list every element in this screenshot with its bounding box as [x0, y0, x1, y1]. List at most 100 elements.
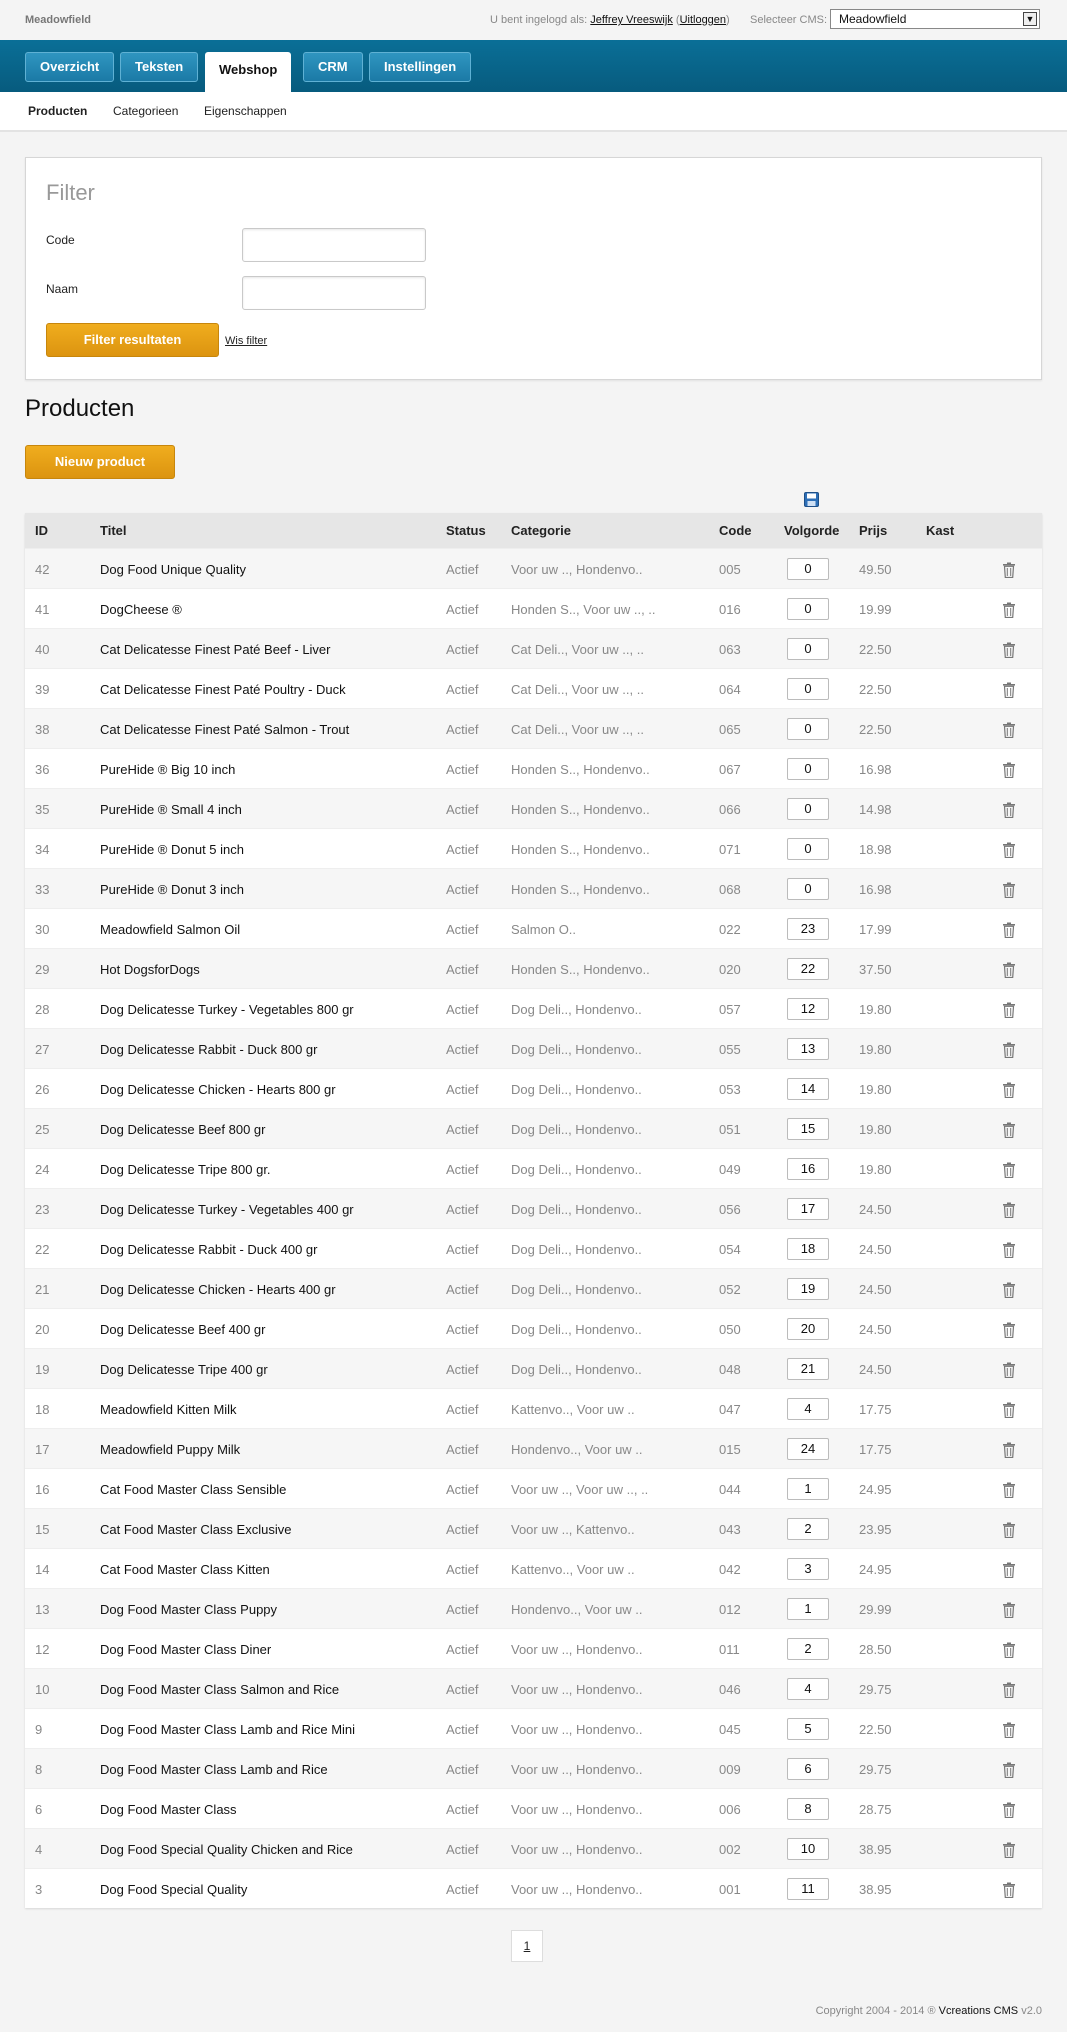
- subnav-categorieen[interactable]: Categorieen: [113, 104, 178, 118]
- tab-overzicht[interactable]: Overzicht: [25, 52, 115, 82]
- order-input[interactable]: 21: [787, 1358, 829, 1380]
- trash-icon[interactable]: [1002, 1322, 1016, 1339]
- table-row[interactable]: 36 PureHide ® Big 10 inch Actief Honden S..…: [25, 748, 1042, 788]
- cell-title[interactable]: Dog Food Master Class Lamb and Rice Mini: [100, 1722, 355, 1737]
- pagination-page[interactable]: 1: [511, 1930, 543, 1962]
- cell-title[interactable]: Dog Delicatesse Tripe 800 gr.: [100, 1162, 271, 1177]
- table-row[interactable]: 25 Dog Delicatesse Beef 800 gr Actief Dog D…: [25, 1108, 1042, 1148]
- table-row[interactable]: 33 PureHide ® Donut 3 inch Actief Honden S.…: [25, 868, 1042, 908]
- cell-title[interactable]: Dog Food Special Quality: [100, 1882, 247, 1897]
- table-row[interactable]: 13 Dog Food Master Class Puppy Actief Honde…: [25, 1588, 1042, 1628]
- code-input[interactable]: [242, 228, 426, 262]
- cell-title[interactable]: Dog Food Master Class Salmon and Rice: [100, 1682, 339, 1697]
- order-input[interactable]: 2: [787, 1518, 829, 1540]
- cell-title[interactable]: Dog Food Master Class: [100, 1802, 237, 1817]
- table-row[interactable]: 20 Dog Delicatesse Beef 400 gr Actief Dog D…: [25, 1308, 1042, 1348]
- trash-icon[interactable]: [1002, 882, 1016, 899]
- tab-webshop[interactable]: Webshop: [205, 52, 292, 92]
- trash-icon[interactable]: [1002, 1082, 1016, 1099]
- chevron-down-icon[interactable]: ▼: [1023, 12, 1037, 26]
- order-input[interactable]: 19: [787, 1278, 829, 1300]
- order-input[interactable]: 18: [787, 1238, 829, 1260]
- order-input[interactable]: 23: [787, 918, 829, 940]
- cell-title[interactable]: Dog Delicatesse Turkey - Vegetables 800 …: [100, 1002, 354, 1017]
- cell-title[interactable]: Dog Delicatesse Chicken - Hearts 400 gr: [100, 1282, 336, 1297]
- cell-title[interactable]: Cat Delicatesse Finest Paté Beef - Liver: [100, 642, 331, 657]
- cell-title[interactable]: Dog Delicatesse Rabbit - Duck 400 gr: [100, 1242, 318, 1257]
- table-row[interactable]: 18 Meadowfield Kitten Milk Actief Kattenvo.…: [25, 1388, 1042, 1428]
- trash-icon[interactable]: [1002, 682, 1016, 699]
- order-input[interactable]: 0: [787, 678, 829, 700]
- order-input[interactable]: 1: [787, 1478, 829, 1500]
- user-link[interactable]: Jeffrey Vreeswijk: [590, 14, 673, 26]
- trash-icon[interactable]: [1002, 1242, 1016, 1259]
- cell-title[interactable]: Cat Food Master Class Sensible: [100, 1482, 286, 1497]
- table-row[interactable]: 21 Dog Delicatesse Chicken - Hearts 400 g…: [25, 1268, 1042, 1308]
- table-row[interactable]: 14 Cat Food Master Class Kitten Actief Katt…: [25, 1548, 1042, 1588]
- cell-title[interactable]: DogCheese ®: [100, 602, 182, 617]
- trash-icon[interactable]: [1002, 1442, 1016, 1459]
- trash-icon[interactable]: [1002, 1162, 1016, 1179]
- table-row[interactable]: 9 Dog Food Master Class Lamb and Rice Min…: [25, 1708, 1042, 1748]
- order-input[interactable]: 0: [787, 598, 829, 620]
- cell-title[interactable]: Hot DogsforDogs: [100, 962, 200, 977]
- order-input[interactable]: 20: [787, 1318, 829, 1340]
- order-input[interactable]: 10: [787, 1838, 829, 1860]
- order-input[interactable]: 0: [787, 638, 829, 660]
- footer-product[interactable]: Vcreations CMS: [939, 2005, 1018, 2017]
- table-row[interactable]: 27 Dog Delicatesse Rabbit - Duck 800 gr Ac…: [25, 1028, 1042, 1068]
- table-row[interactable]: 28 Dog Delicatesse Turkey - Vegetables 80…: [25, 988, 1042, 1028]
- trash-icon[interactable]: [1002, 1602, 1016, 1619]
- table-row[interactable]: 23 Dog Delicatesse Turkey - Vegetables 40…: [25, 1188, 1042, 1228]
- cell-title[interactable]: Dog Delicatesse Beef 800 gr: [100, 1122, 265, 1137]
- table-row[interactable]: 35 PureHide ® Small 4 inch Actief Honden S.…: [25, 788, 1042, 828]
- cell-title[interactable]: Dog Delicatesse Chicken - Hearts 800 gr: [100, 1082, 336, 1097]
- trash-icon[interactable]: [1002, 1642, 1016, 1659]
- table-row[interactable]: 40 Cat Delicatesse Finest Paté Beef - Liv…: [25, 628, 1042, 668]
- order-input[interactable]: 0: [787, 558, 829, 580]
- order-input[interactable]: 5: [787, 1718, 829, 1740]
- order-input[interactable]: 8: [787, 1798, 829, 1820]
- trash-icon[interactable]: [1002, 1562, 1016, 1579]
- trash-icon[interactable]: [1002, 562, 1016, 579]
- naam-input[interactable]: [242, 276, 426, 310]
- table-row[interactable]: 6 Dog Food Master Class Actief Voor uw .., …: [25, 1788, 1042, 1828]
- cell-title[interactable]: Cat Delicatesse Finest Paté Salmon - Tro…: [100, 722, 349, 737]
- cell-title[interactable]: Cat Food Master Class Kitten: [100, 1562, 270, 1577]
- order-input[interactable]: 24: [787, 1438, 829, 1460]
- cell-title[interactable]: Dog Delicatesse Turkey - Vegetables 400 …: [100, 1202, 354, 1217]
- table-row[interactable]: 22 Dog Delicatesse Rabbit - Duck 400 gr Ac…: [25, 1228, 1042, 1268]
- cell-title[interactable]: PureHide ® Donut 5 inch: [100, 842, 244, 857]
- subnav-eigenschappen[interactable]: Eigenschappen: [204, 104, 287, 118]
- cell-title[interactable]: PureHide ® Small 4 inch: [100, 802, 242, 817]
- cell-title[interactable]: Meadowfield Kitten Milk: [100, 1402, 237, 1417]
- cell-title[interactable]: PureHide ® Donut 3 inch: [100, 882, 244, 897]
- order-input[interactable]: 22: [787, 958, 829, 980]
- cell-title[interactable]: Cat Delicatesse Finest Paté Poultry - Du…: [100, 682, 346, 697]
- clear-filter-link[interactable]: Wis filter: [225, 335, 267, 347]
- trash-icon[interactable]: [1002, 1402, 1016, 1419]
- cell-title[interactable]: Cat Food Master Class Exclusive: [100, 1522, 291, 1537]
- cell-title[interactable]: Dog Delicatesse Beef 400 gr: [100, 1322, 265, 1337]
- trash-icon[interactable]: [1002, 642, 1016, 659]
- order-input[interactable]: 2: [787, 1638, 829, 1660]
- filter-submit-button[interactable]: Filter resultaten: [46, 323, 219, 357]
- trash-icon[interactable]: [1002, 722, 1016, 739]
- cell-title[interactable]: PureHide ® Big 10 inch: [100, 762, 235, 777]
- table-row[interactable]: 24 Dog Delicatesse Tripe 800 gr. Actief Dog…: [25, 1148, 1042, 1188]
- trash-icon[interactable]: [1002, 1122, 1016, 1139]
- cell-title[interactable]: Meadowfield Puppy Milk: [100, 1442, 240, 1457]
- trash-icon[interactable]: [1002, 1842, 1016, 1859]
- order-input[interactable]: 1: [787, 1598, 829, 1620]
- order-input[interactable]: 11: [787, 1878, 829, 1900]
- order-input[interactable]: 13: [787, 1038, 829, 1060]
- table-row[interactable]: 29 Hot DogsforDogs Actief Honden S.., Honde…: [25, 948, 1042, 988]
- cms-select[interactable]: Meadowfield ▼: [830, 9, 1040, 29]
- trash-icon[interactable]: [1002, 1202, 1016, 1219]
- order-input[interactable]: 0: [787, 758, 829, 780]
- trash-icon[interactable]: [1002, 1802, 1016, 1819]
- table-row[interactable]: 15 Cat Food Master Class Exclusive Actief V…: [25, 1508, 1042, 1548]
- table-row[interactable]: 30 Meadowfield Salmon Oil Actief Salmon O..…: [25, 908, 1042, 948]
- order-input[interactable]: 4: [787, 1678, 829, 1700]
- order-input[interactable]: 0: [787, 798, 829, 820]
